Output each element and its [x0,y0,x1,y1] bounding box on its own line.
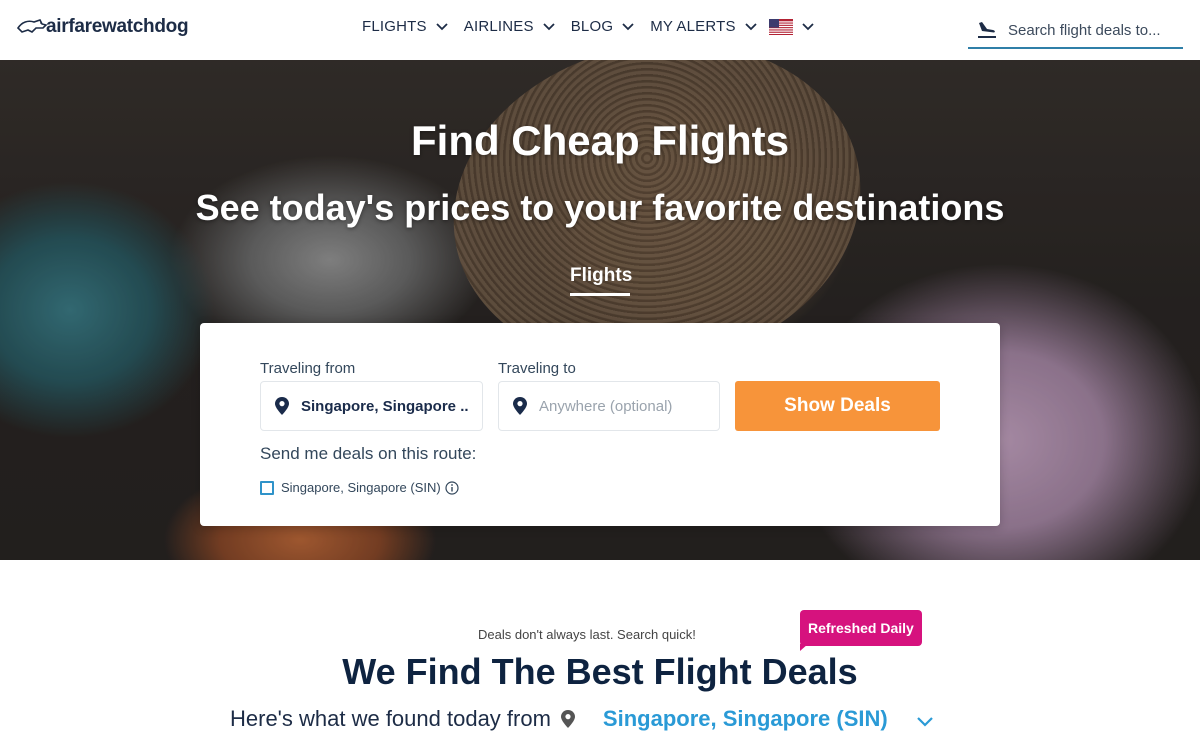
nav-blog-label: BLOG [570,18,614,35]
nav-blog[interactable]: BLOG [571,18,634,35]
to-label: Traveling to [498,360,576,377]
chevron-down-icon [802,22,814,30]
deals-title: We Find The Best Flight Deals [342,651,858,692]
nav-airlines[interactable]: AIRLINES [464,18,555,35]
site-header: airfarewatchdog FLIGHTS AIRLINES BLOG MY… [0,0,1200,60]
badge-tail [800,644,808,651]
nav-locale-selector[interactable] [768,18,814,35]
from-label: Traveling from [260,360,356,377]
chevron-down-icon [745,22,757,30]
route-alert-checkbox[interactable] [260,480,274,495]
location-pin-icon [513,397,527,415]
search-card: Traveling from Traveling to Singapore, S… [200,323,1000,526]
found-today-text: Here's what we found today from [230,706,551,731]
route-alert-option: Singapore, Singapore (SIN) [260,480,459,495]
to-field[interactable] [498,381,720,431]
hero-subtitle: See today's prices to your favorite dest… [195,187,1005,228]
show-deals-button[interactable]: Show Deals [735,381,940,431]
us-flag-icon [768,18,793,35]
nav-my-alerts-label: MY ALERTS [650,18,736,35]
header-search-input[interactable] [1008,21,1178,39]
logo-text: airfarewatchdog [46,16,189,37]
from-value: Singapore, Singapore .. [301,397,469,415]
route-alert-checkbox-label[interactable]: Singapore, Singapore (SIN) [281,480,441,495]
plane-landing-icon [978,22,996,38]
refreshed-daily-badge: Refreshed Daily [800,610,922,646]
header-search [968,13,1183,49]
location-pin-icon [560,710,575,728]
nav-my-alerts[interactable]: MY ALERTS [650,18,757,35]
main-nav: FLIGHTS AIRLINES BLOG MY ALERTS [362,18,830,35]
found-today-row: Here's what we found today from Singapor… [230,706,934,732]
dog-logo-icon [16,19,48,33]
deals-note: Deals don't always last. Search quick! [478,627,696,642]
nav-flights-label: FLIGHTS [362,18,427,35]
from-field[interactable]: Singapore, Singapore .. [260,381,483,431]
to-input[interactable] [539,397,709,415]
chevron-down-icon [622,22,634,30]
tab-flights[interactable]: Flights [570,265,632,296]
nav-airlines-label: AIRLINES [463,18,534,35]
chevron-down-icon[interactable] [916,716,934,728]
chevron-down-icon [436,22,448,30]
site-logo[interactable]: airfarewatchdog [16,12,189,42]
nav-flights[interactable]: FLIGHTS [362,18,448,35]
origin-city-selector[interactable]: Singapore, Singapore (SIN) [603,706,888,732]
location-pin-icon [275,397,289,415]
chevron-down-icon [543,22,555,30]
info-icon[interactable] [445,480,459,495]
send-deals-label: Send me deals on this route: [260,444,477,463]
hero-title: Find Cheap Flights [411,117,789,164]
hero-banner: Find Cheap Flights See today's prices to… [0,60,1200,560]
